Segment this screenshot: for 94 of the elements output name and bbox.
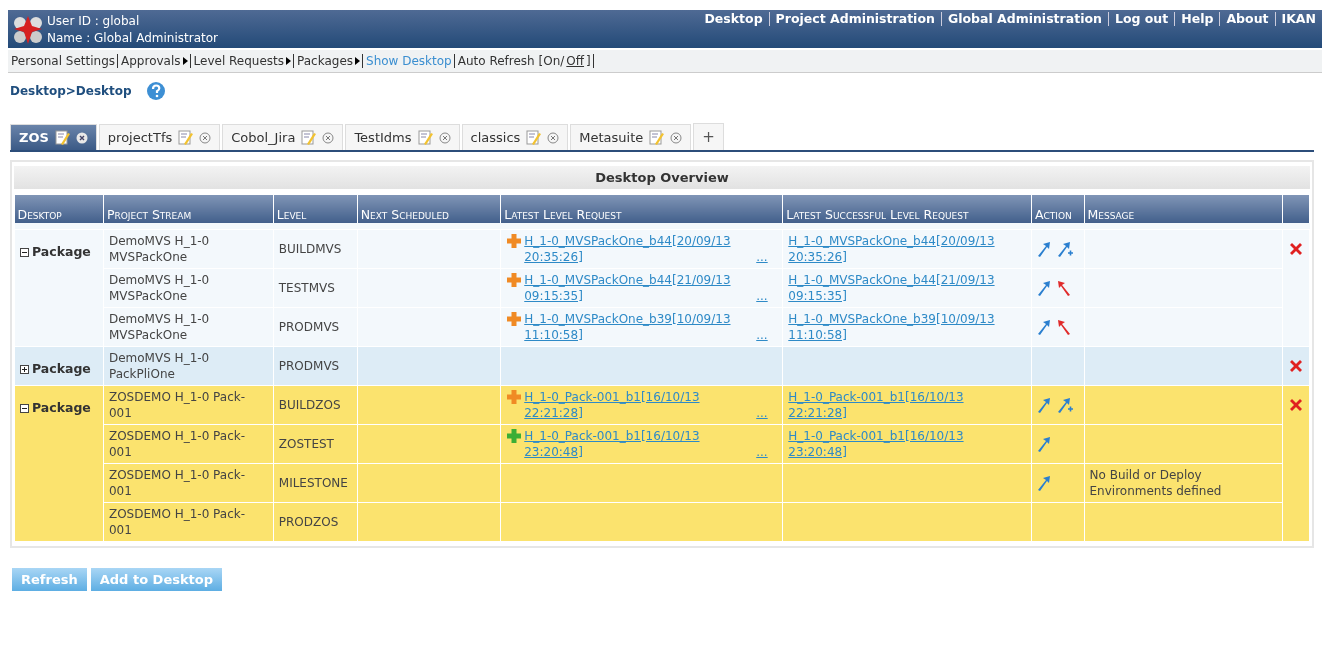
nav-link[interactable]: Desktop — [698, 12, 770, 26]
desktop-type: Package — [32, 244, 91, 260]
arrow-icon[interactable] — [1036, 280, 1051, 296]
more-link[interactable]: ... — [756, 328, 768, 342]
menu-item[interactable]: Packages — [294, 54, 364, 68]
column-header: Latest Successful Level Request — [782, 195, 1032, 223]
triangle-icon — [182, 57, 188, 65]
more-link[interactable]: ... — [756, 289, 768, 303]
arrow-icon[interactable] — [1036, 436, 1051, 452]
request-link[interactable]: H_1-0_Pack-001_b1[16/10/13 23:20:48] — [524, 428, 747, 460]
nav-link[interactable]: Help — [1175, 12, 1221, 26]
table-cell: DemoMVS H_1-0 MVSPackOne — [103, 307, 274, 347]
column-header: Desktop — [14, 195, 104, 223]
close-icon — [547, 131, 560, 144]
request-link[interactable]: H_1-0_MVSPackOne_b44[20/09/13 20:35:26] — [524, 233, 747, 265]
more-link[interactable]: ... — [756, 406, 768, 420]
edit-icon — [649, 130, 665, 145]
edit-icon — [417, 130, 433, 145]
arrow-icon[interactable] — [1036, 241, 1051, 257]
user-id: User ID : global — [47, 13, 141, 28]
close-icon — [322, 131, 335, 144]
table-cell: ZOSDEMO H_1-0 Pack-001 — [103, 424, 274, 464]
tab[interactable]: classics — [461, 124, 569, 150]
desktop-type: Package — [32, 400, 91, 416]
back-arrow-icon[interactable] — [1056, 280, 1071, 296]
close-icon — [199, 131, 212, 144]
column-header: Next Scheduled — [357, 195, 501, 223]
close-icon — [438, 131, 451, 144]
more-link[interactable]: ... — [756, 445, 768, 459]
column-header: Latest Level Request — [500, 195, 783, 223]
expand-icon[interactable] — [20, 364, 29, 374]
edit-icon — [301, 130, 317, 145]
menu-item[interactable]: Approvals — [118, 54, 191, 68]
edit-icon — [526, 130, 542, 145]
collapse-icon[interactable] — [20, 403, 29, 413]
table-cell: PRODMVS — [273, 307, 358, 347]
tab[interactable]: Metasuite — [570, 124, 692, 150]
column-header: Message — [1084, 195, 1283, 223]
arrow-icon[interactable] — [1036, 319, 1051, 335]
arrow-plus-icon[interactable] — [1056, 241, 1073, 257]
table-cell: BUILDZOS — [273, 385, 358, 425]
request-link[interactable]: H_1-0_Pack-001_b1[16/10/13 22:21:28] — [524, 389, 747, 421]
message-text: No Build or Deploy Environments defined — [1089, 468, 1222, 498]
tab[interactable]: ZOS — [10, 124, 97, 150]
edit-icon — [54, 130, 70, 145]
column-header: Action — [1031, 195, 1085, 223]
table-cell: PRODMVS — [273, 346, 358, 386]
table-cell: MILESTONE — [273, 463, 358, 503]
table-cell: ZOSTEST — [273, 424, 358, 464]
panel-title: Desktop Overview — [14, 166, 1310, 189]
nav-link[interactable]: Log out — [1108, 12, 1176, 26]
column-header: Project Stream — [103, 195, 274, 223]
nav-link[interactable]: IKAN — [1275, 12, 1322, 26]
menu-item[interactable]: Level Requests — [190, 54, 295, 68]
triangle-icon — [355, 57, 361, 65]
remove-icon[interactable] — [1288, 359, 1303, 373]
nav-link[interactable]: Project Administration — [769, 12, 942, 26]
table-cell: DemoMVS H_1-0 MVSPackOne — [103, 268, 274, 308]
table-cell: DemoMVS H_1-0 MVSPackOne — [103, 229, 274, 269]
nav-link[interactable]: About — [1220, 12, 1276, 26]
collapse-icon[interactable] — [20, 247, 29, 257]
table-cell: TESTMVS — [273, 268, 358, 308]
table-cell: ZOSDEMO H_1-0 Pack-001 — [103, 385, 274, 425]
tab[interactable]: TestIdms — [345, 124, 460, 150]
triangle-icon — [286, 57, 292, 65]
close-icon — [670, 131, 683, 144]
close-icon — [75, 131, 88, 144]
table-cell: ZOSDEMO H_1-0 Pack-001 — [103, 463, 274, 503]
more-link[interactable]: ... — [756, 250, 768, 264]
remove-icon[interactable] — [1288, 242, 1303, 256]
arrow-icon[interactable] — [1036, 397, 1051, 413]
arrow-icon[interactable] — [1036, 475, 1051, 491]
tab[interactable]: projectTfs — [98, 124, 221, 150]
back-arrow-icon[interactable] — [1056, 319, 1071, 335]
edit-icon — [178, 130, 194, 145]
tab[interactable]: Cobol_Jira — [222, 124, 344, 150]
request-link[interactable]: H_1-0_MVSPackOne_b44[21/09/13 09:15:35] — [524, 272, 747, 304]
menu-item[interactable]: Personal Settings — [8, 54, 119, 68]
request-link[interactable]: H_1-0_MVSPackOne_b39[10/09/13 11:10:58] — [524, 311, 747, 343]
menu-item[interactable]: Auto Refresh [On/ Off ] — [454, 54, 594, 68]
remove-icon[interactable] — [1288, 398, 1303, 412]
table-cell: DemoMVS H_1-0 PackPliOne — [103, 346, 274, 386]
desktop-type: Package — [32, 361, 91, 377]
menu-item[interactable]: Show Desktop — [363, 54, 455, 68]
arrow-plus-icon[interactable] — [1056, 397, 1073, 413]
table-cell: PRODZOS — [273, 502, 358, 542]
help-icon — [145, 81, 166, 101]
table-cell: ZOSDEMO H_1-0 Pack-001 — [103, 502, 274, 542]
nav-link[interactable]: Global Administration — [941, 12, 1109, 26]
table-cell: BUILDMVS — [273, 229, 358, 269]
column-header: Level — [273, 195, 358, 223]
add-tab-button[interactable]: + — [693, 123, 724, 150]
user-name: Name : Global Administrator — [47, 30, 218, 45]
breadcrumb: Desktop>Desktop — [10, 84, 132, 98]
